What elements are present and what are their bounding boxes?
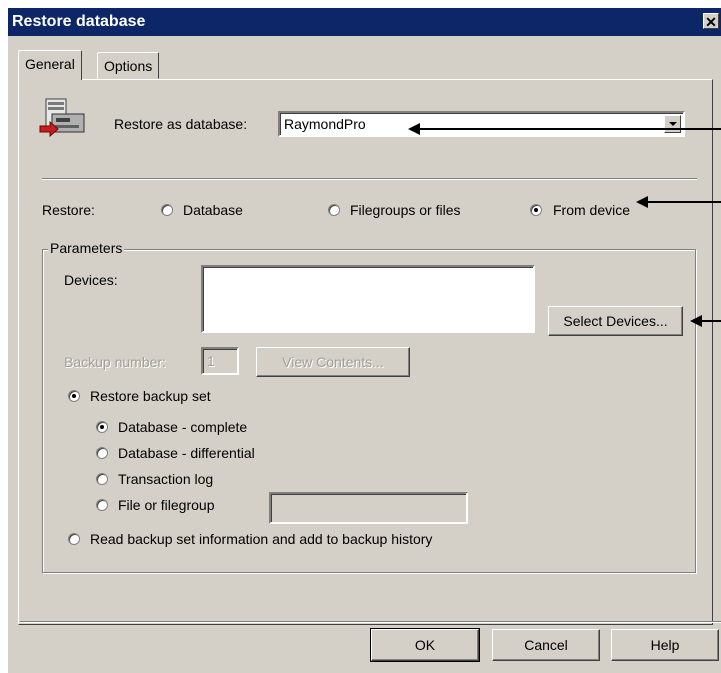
select-devices-label: Select Devices... xyxy=(563,313,668,329)
title-bar: Restore database ✕ xyxy=(8,8,721,36)
tab-general-label: General xyxy=(25,56,75,72)
cancel-label: Cancel xyxy=(524,637,568,653)
radio-filegroups-label: Filegroups or files xyxy=(350,202,461,218)
radio-file-or-filegroup[interactable] xyxy=(96,499,108,511)
backup-number-label: Backup number: xyxy=(64,354,166,370)
radio-database-label: Database xyxy=(183,202,243,218)
close-button[interactable]: ✕ xyxy=(703,13,719,30)
file-or-filegroup-field[interactable] xyxy=(269,492,468,524)
backup-number-field[interactable]: 1 xyxy=(201,347,239,375)
callout-arrow-2-line xyxy=(646,201,721,203)
radio-read-backup-set[interactable] xyxy=(68,533,80,545)
footer-separator xyxy=(20,621,721,623)
tab-options[interactable]: Options xyxy=(97,52,160,79)
dialog-body: General Options Restore as database: Ray… xyxy=(8,36,721,673)
radio-database-complete[interactable] xyxy=(96,421,108,433)
devices-list[interactable] xyxy=(201,265,535,333)
view-contents-button[interactable]: View Contents... xyxy=(256,347,410,377)
help-label: Help xyxy=(650,637,680,653)
database-complete-label: Database - complete xyxy=(118,419,248,435)
database-differential-label: Database - differential xyxy=(118,445,255,461)
backup-number-value: 1 xyxy=(207,353,215,369)
select-devices-button[interactable]: Select Devices... xyxy=(548,306,683,336)
radio-restore-backup-set[interactable] xyxy=(68,390,80,402)
restore-as-label: Restore as database: xyxy=(114,116,248,132)
callout-arrow-1-line xyxy=(418,128,721,130)
chevron-down-icon[interactable] xyxy=(664,115,681,133)
file-or-filegroup-label: File or filegroup xyxy=(118,497,215,513)
radio-database-differential[interactable] xyxy=(96,447,108,459)
window-title: Restore database xyxy=(12,13,146,30)
callout-arrow-3-line xyxy=(700,320,721,322)
callout-arrow-1-head xyxy=(408,123,420,135)
radio-from-device-label: From device xyxy=(553,202,631,218)
tab-options-label: Options xyxy=(104,58,153,74)
radio-filegroups[interactable] xyxy=(328,204,340,216)
callout-arrow-3-head xyxy=(690,315,702,327)
ok-button[interactable]: OK xyxy=(370,628,480,662)
database-server-icon xyxy=(38,96,88,146)
close-icon: ✕ xyxy=(705,14,717,30)
restore-mode-label: Restore: xyxy=(42,202,95,218)
parameters-legend: Parameters xyxy=(48,240,125,256)
read-backup-set-label: Read backup set information and add to b… xyxy=(90,531,433,547)
tab-general[interactable]: General xyxy=(18,50,82,80)
radio-database[interactable] xyxy=(161,204,173,216)
restore-as-combobox[interactable]: RaymondPro xyxy=(278,111,685,137)
restore-backup-set-label: Restore backup set xyxy=(90,388,211,404)
callout-arrow-2-head xyxy=(636,196,648,208)
restore-as-value: RaymondPro xyxy=(284,116,366,132)
cancel-button[interactable]: Cancel xyxy=(492,629,600,661)
separator xyxy=(42,178,697,180)
ok-label: OK xyxy=(414,637,436,653)
help-button[interactable]: Help xyxy=(611,629,719,661)
radio-transaction-log[interactable] xyxy=(96,473,108,485)
view-contents-label: View Contents... xyxy=(282,354,384,370)
devices-label: Devices: xyxy=(64,272,118,288)
radio-from-device[interactable] xyxy=(530,204,542,216)
transaction-log-label: Transaction log xyxy=(118,471,214,487)
